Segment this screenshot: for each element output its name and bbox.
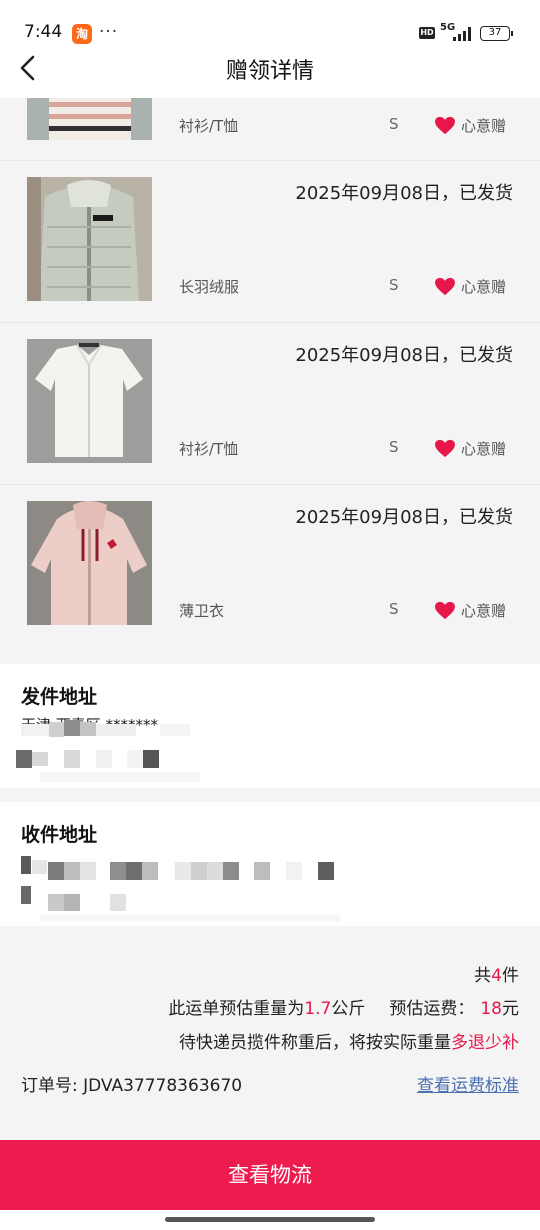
hd-icon: HD: [419, 27, 435, 39]
item-category: 衬衫/T恤: [179, 117, 239, 135]
ship-status: 2025年09月08日，已发货: [295, 183, 513, 204]
refund-note: 待快递员揽件称重后，将按实际重量多退少补: [179, 1033, 519, 1053]
product-image: [27, 501, 152, 625]
list-item[interactable]: 2025年09月08日，已发货 长羽绒服 S 心意赠: [0, 162, 540, 323]
item-size: S: [389, 276, 399, 294]
page-title: 赠领详情: [225, 59, 314, 84]
status-bar: 7:44 淘 ··· HD 5G 37: [0, 0, 540, 44]
product-image: [27, 98, 152, 140]
gift-type-label: 心意赠: [461, 440, 507, 458]
clock-time: 7:44: [24, 22, 63, 42]
list-item[interactable]: 2025年09月08日，已发货 薄卫衣 S 心意赠: [0, 486, 540, 647]
more-notifications-icon: ···: [99, 22, 119, 42]
product-image: [27, 177, 152, 301]
section-divider: [0, 788, 540, 802]
sender-address-section: 发件地址 天津 西青区 *******: [0, 664, 540, 788]
product-image: [27, 339, 152, 463]
receiver-address-section: 收件地址: [0, 802, 540, 926]
ship-status: 2025年09月08日，已发货: [295, 507, 513, 528]
ship-status: 2025年09月08日，已发货: [295, 345, 513, 366]
list-item[interactable]: 2025年09月08日，已发货 衬衫/T恤 S 心意赠: [0, 324, 540, 485]
gift-type-label: 心意赠: [461, 602, 507, 620]
fee-label: 预估运费：: [389, 999, 475, 1019]
item-category: 长羽绒服: [179, 278, 240, 296]
app-header: 赠领详情: [0, 44, 540, 98]
item-size: S: [389, 438, 399, 456]
fee-value: 18: [480, 999, 502, 1019]
signal-icon: [453, 26, 475, 41]
item-size: S: [389, 600, 399, 618]
view-logistics-button[interactable]: 查看物流: [0, 1140, 540, 1210]
item-size: S: [389, 115, 399, 133]
battery-icon: 37: [480, 26, 513, 41]
order-number: 订单号: JDVA37778363670: [21, 1076, 243, 1096]
home-indicator[interactable]: [165, 1217, 375, 1222]
taobao-app-icon: 淘: [72, 24, 92, 44]
heart-icon: [435, 116, 455, 135]
gift-type-label: 心意赠: [461, 278, 507, 296]
weight-value: 1.7: [304, 999, 332, 1019]
item-category: 薄卫衣: [179, 602, 225, 620]
item-category: 衬衫/T恤: [179, 440, 239, 458]
heart-icon: [435, 601, 455, 620]
shipping-summary: 共4件 此运单预估重量为1.7公斤 预估运费： 18元 待快递员揽件称重后，将按实际…: [0, 926, 540, 1140]
list-item[interactable]: 衬衫/T恤 S 心意赠: [0, 98, 540, 161]
gift-type-label: 心意赠: [461, 117, 507, 135]
total-count: 共4件: [474, 966, 519, 986]
item-list: 衬衫/T恤 S 心意赠 2025年09月08日，已发货 长羽绒服 S 心意赠 2…: [0, 98, 540, 664]
weight-and-fee: 此运单预估重量为1.7公斤 预估运费： 18元: [168, 999, 519, 1019]
redacted-address-blur: [0, 664, 540, 788]
weight-label: 此运单预估重量为: [168, 999, 305, 1019]
heart-icon: [435, 439, 455, 458]
fee-standard-link[interactable]: 查看运费标准: [417, 1071, 519, 1096]
redacted-address-blur: [0, 802, 540, 926]
heart-icon: [435, 277, 455, 296]
